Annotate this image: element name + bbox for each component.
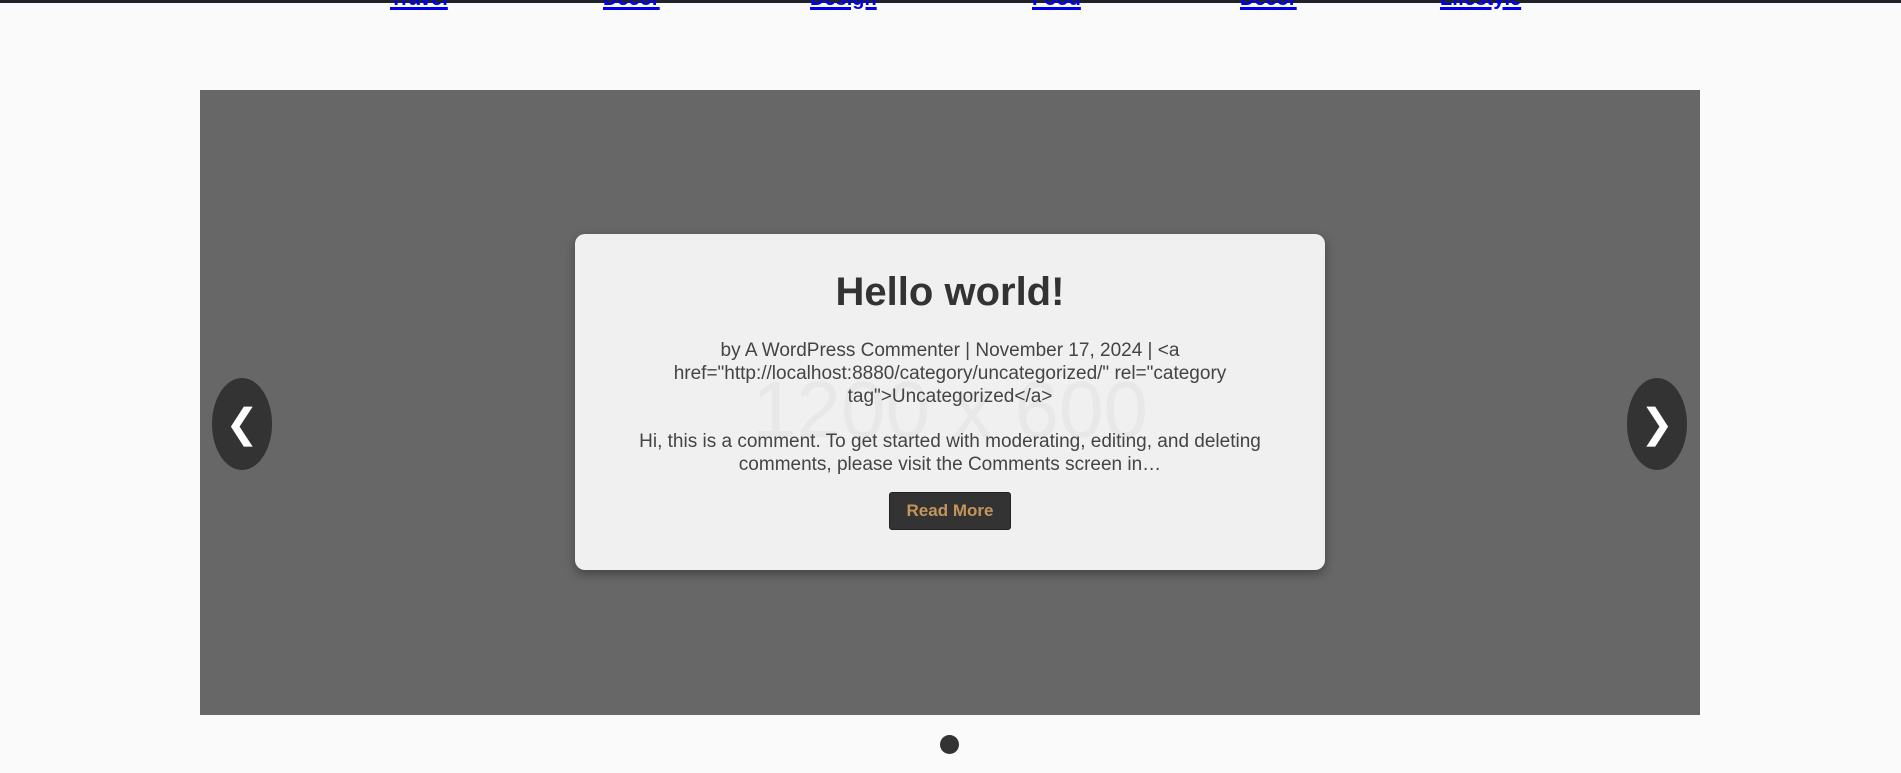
nav-link-decor-2[interactable]: Decor: [1240, 0, 1297, 11]
top-bar: [0, 0, 1901, 3]
slide-caption-card: 1200 x 600 Hello world! by A WordPress C…: [575, 234, 1325, 570]
slide-title[interactable]: Hello world!: [575, 270, 1325, 315]
nav-link-food[interactable]: Food: [1032, 0, 1081, 11]
nav-link-design[interactable]: Design: [810, 0, 877, 11]
nav-link-travel[interactable]: Travel: [390, 0, 448, 11]
slide-excerpt: Hi, this is a comment. To get started wi…: [639, 431, 1261, 475]
chevron-right-icon: ❯: [1640, 402, 1674, 446]
nav-link-lifestyle[interactable]: Lifestyle: [1440, 0, 1521, 11]
next-slide-button[interactable]: ❯: [1627, 378, 1687, 470]
read-more-button[interactable]: Read More: [888, 492, 1012, 530]
slide-meta: by A WordPress Commenter | November 17, …: [673, 340, 1227, 407]
prev-slide-button[interactable]: ❮: [212, 378, 272, 470]
slide-indicator-dot[interactable]: [940, 735, 959, 754]
chevron-left-icon: ❮: [225, 402, 259, 446]
nav-link-decor[interactable]: Decor: [603, 0, 660, 11]
